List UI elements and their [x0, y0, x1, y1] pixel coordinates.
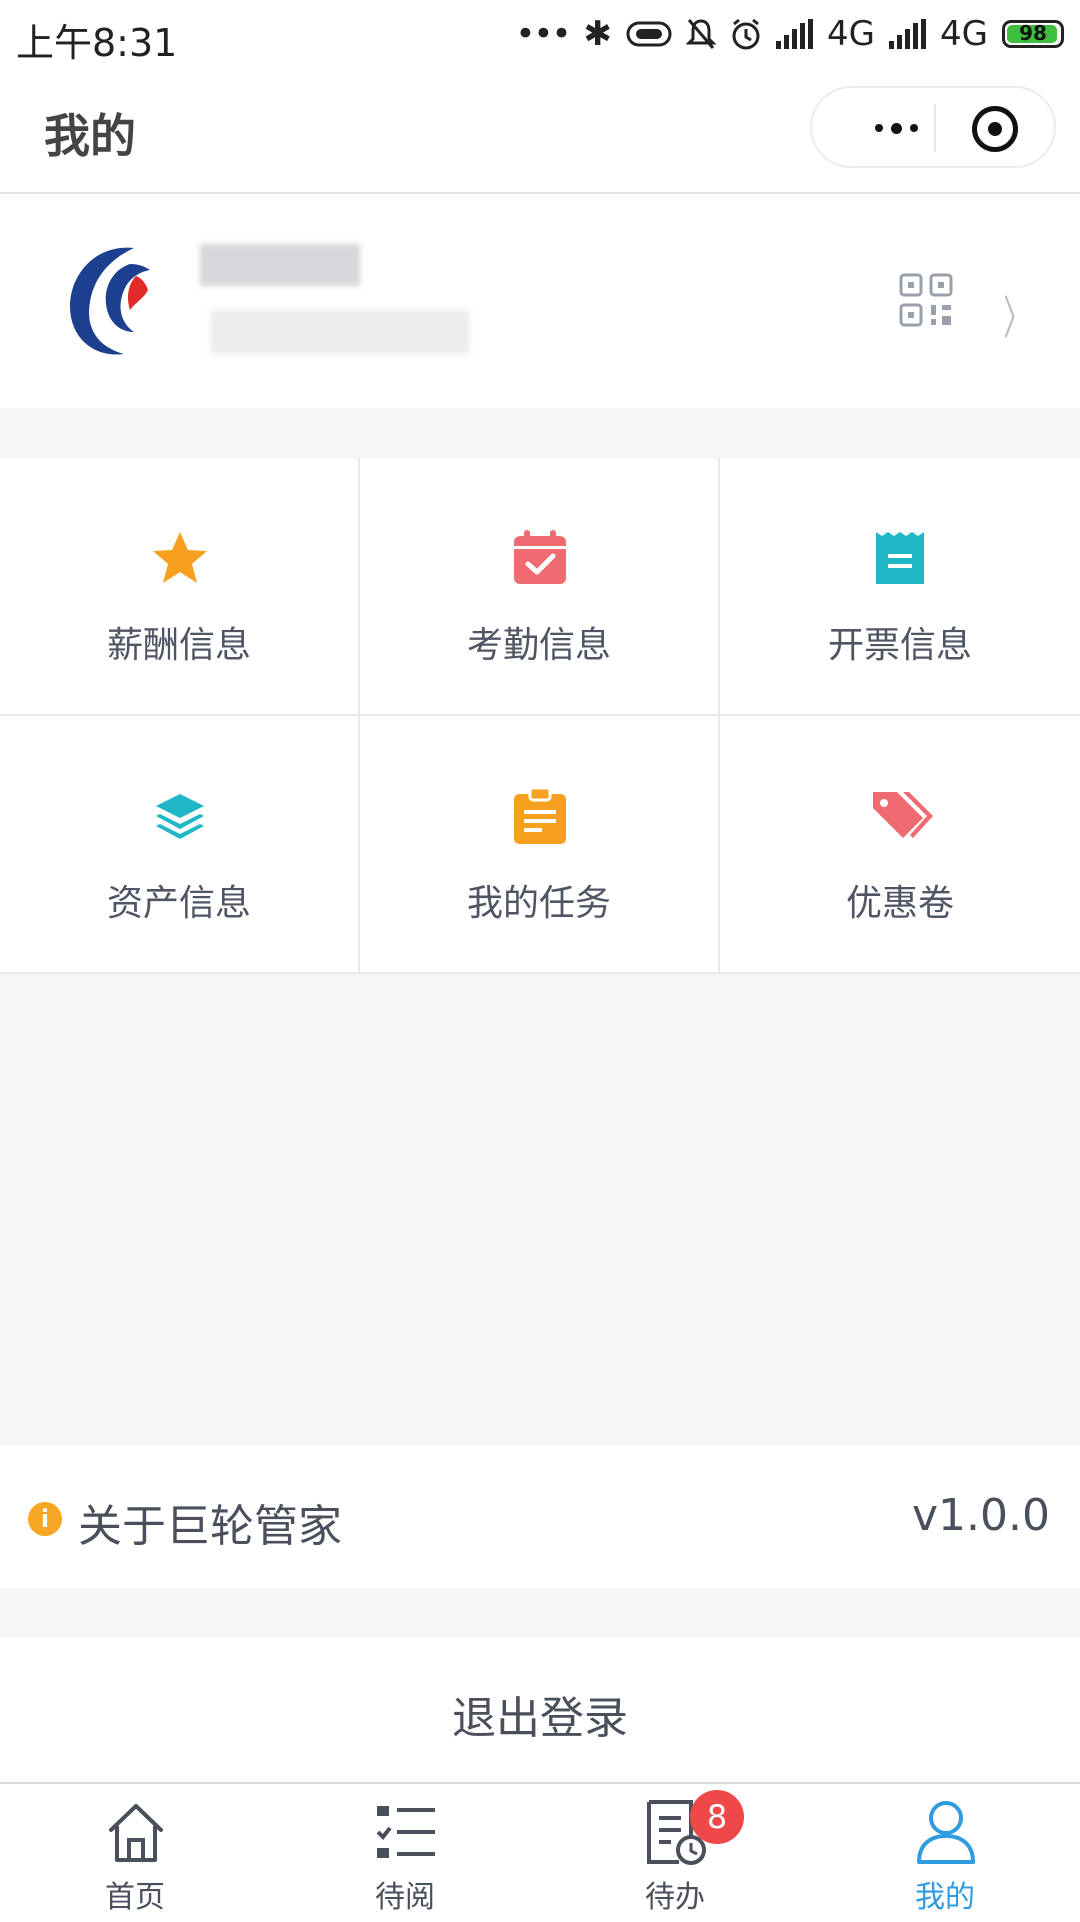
nfc-icon	[626, 21, 672, 47]
status-bar: 上午8:31 ••• ✱ 4G 4G 98	[0, 0, 1080, 70]
grid-item-label: 优惠卷	[845, 883, 954, 924]
nav-header: 我的	[0, 70, 1080, 194]
chevron-right-icon: 〉	[1003, 291, 1031, 345]
company-logo	[70, 247, 150, 355]
mini-program-capsule	[810, 86, 1056, 168]
grid-item-tasks[interactable]: 我的任务	[360, 716, 720, 974]
bluetooth-icon: ✱	[583, 14, 613, 54]
user-detail-redacted	[210, 310, 470, 354]
tab-label: 我的	[915, 1880, 975, 1915]
tab-label: 待阅	[375, 1880, 435, 1915]
logout-label: 退出登录	[452, 1693, 628, 1744]
checklist-icon	[376, 1806, 435, 1858]
tab-label: 待办	[645, 1880, 705, 1915]
signal-strength-icon	[776, 19, 814, 49]
clipboard-icon	[514, 786, 566, 844]
grid-item-label: 考勤信息	[466, 625, 611, 666]
grid-item-label: 我的任务	[466, 883, 611, 924]
grid-item-label: 开票信息	[827, 625, 972, 666]
logout-button[interactable]: 退出登录	[0, 1638, 1080, 1782]
user-name-redacted	[200, 244, 360, 286]
grid-item-assets[interactable]: 资产信息	[0, 716, 360, 974]
close-mini-program-button[interactable]	[972, 106, 1018, 152]
layers-icon	[156, 794, 204, 839]
mute-bell-icon	[686, 19, 717, 49]
more-notifications-icon: •••	[515, 14, 571, 54]
grid-item-label: 资产信息	[106, 883, 251, 924]
status-time: 上午8:31	[16, 21, 178, 65]
tab-label: 首页	[105, 1880, 165, 1915]
profile-card[interactable]: 〉	[0, 194, 1080, 408]
grid-item-invoice[interactable]: 开票信息	[720, 458, 1080, 716]
calendar-check-icon	[514, 530, 566, 584]
star-icon	[153, 532, 207, 583]
about-label: 关于巨轮管家	[78, 1501, 342, 1552]
grid-item-salary[interactable]: 薪酬信息	[0, 458, 360, 716]
user-icon	[917, 1801, 975, 1864]
battery-level: 98	[1019, 21, 1047, 45]
signal-strength-icon-2	[889, 19, 927, 49]
tab-home[interactable]: 首页	[0, 1784, 270, 1920]
feature-grid: 薪酬信息 考勤信息 开票信息 资产信息 我的任务 优惠卷	[0, 458, 1080, 974]
qr-code-icon[interactable]	[898, 272, 954, 328]
tab-to-do[interactable]: 待办	[540, 1784, 810, 1920]
capsule-divider	[934, 104, 936, 152]
alarm-icon	[732, 18, 760, 50]
grid-item-coupons[interactable]: 优惠卷	[720, 716, 1080, 974]
home-icon	[109, 1804, 163, 1862]
todo-count-badge: 8	[690, 1790, 744, 1844]
tab-bar: 首页 待阅 待办 8 我的	[0, 1782, 1080, 1922]
more-options-button[interactable]	[836, 106, 956, 150]
grid-item-label: 薪酬信息	[106, 625, 251, 666]
app-version: v1.0.0	[912, 1490, 1050, 1541]
status-icons: ••• ✱ 4G 4G 98	[515, 12, 1064, 56]
battery-icon: 98	[1002, 20, 1064, 48]
page-title: 我的	[44, 109, 136, 163]
grid-item-attendance[interactable]: 考勤信息	[360, 458, 720, 716]
network-type-2: 4G	[940, 14, 988, 54]
about-row[interactable]: i 关于巨轮管家 v1.0.0	[0, 1446, 1080, 1588]
tags-icon	[873, 792, 933, 838]
receipt-icon	[876, 532, 924, 584]
tab-to-read[interactable]: 待阅	[270, 1784, 540, 1920]
info-icon: i	[28, 1502, 62, 1536]
network-type: 4G	[827, 14, 876, 54]
tab-mine[interactable]: 我的	[810, 1784, 1080, 1920]
